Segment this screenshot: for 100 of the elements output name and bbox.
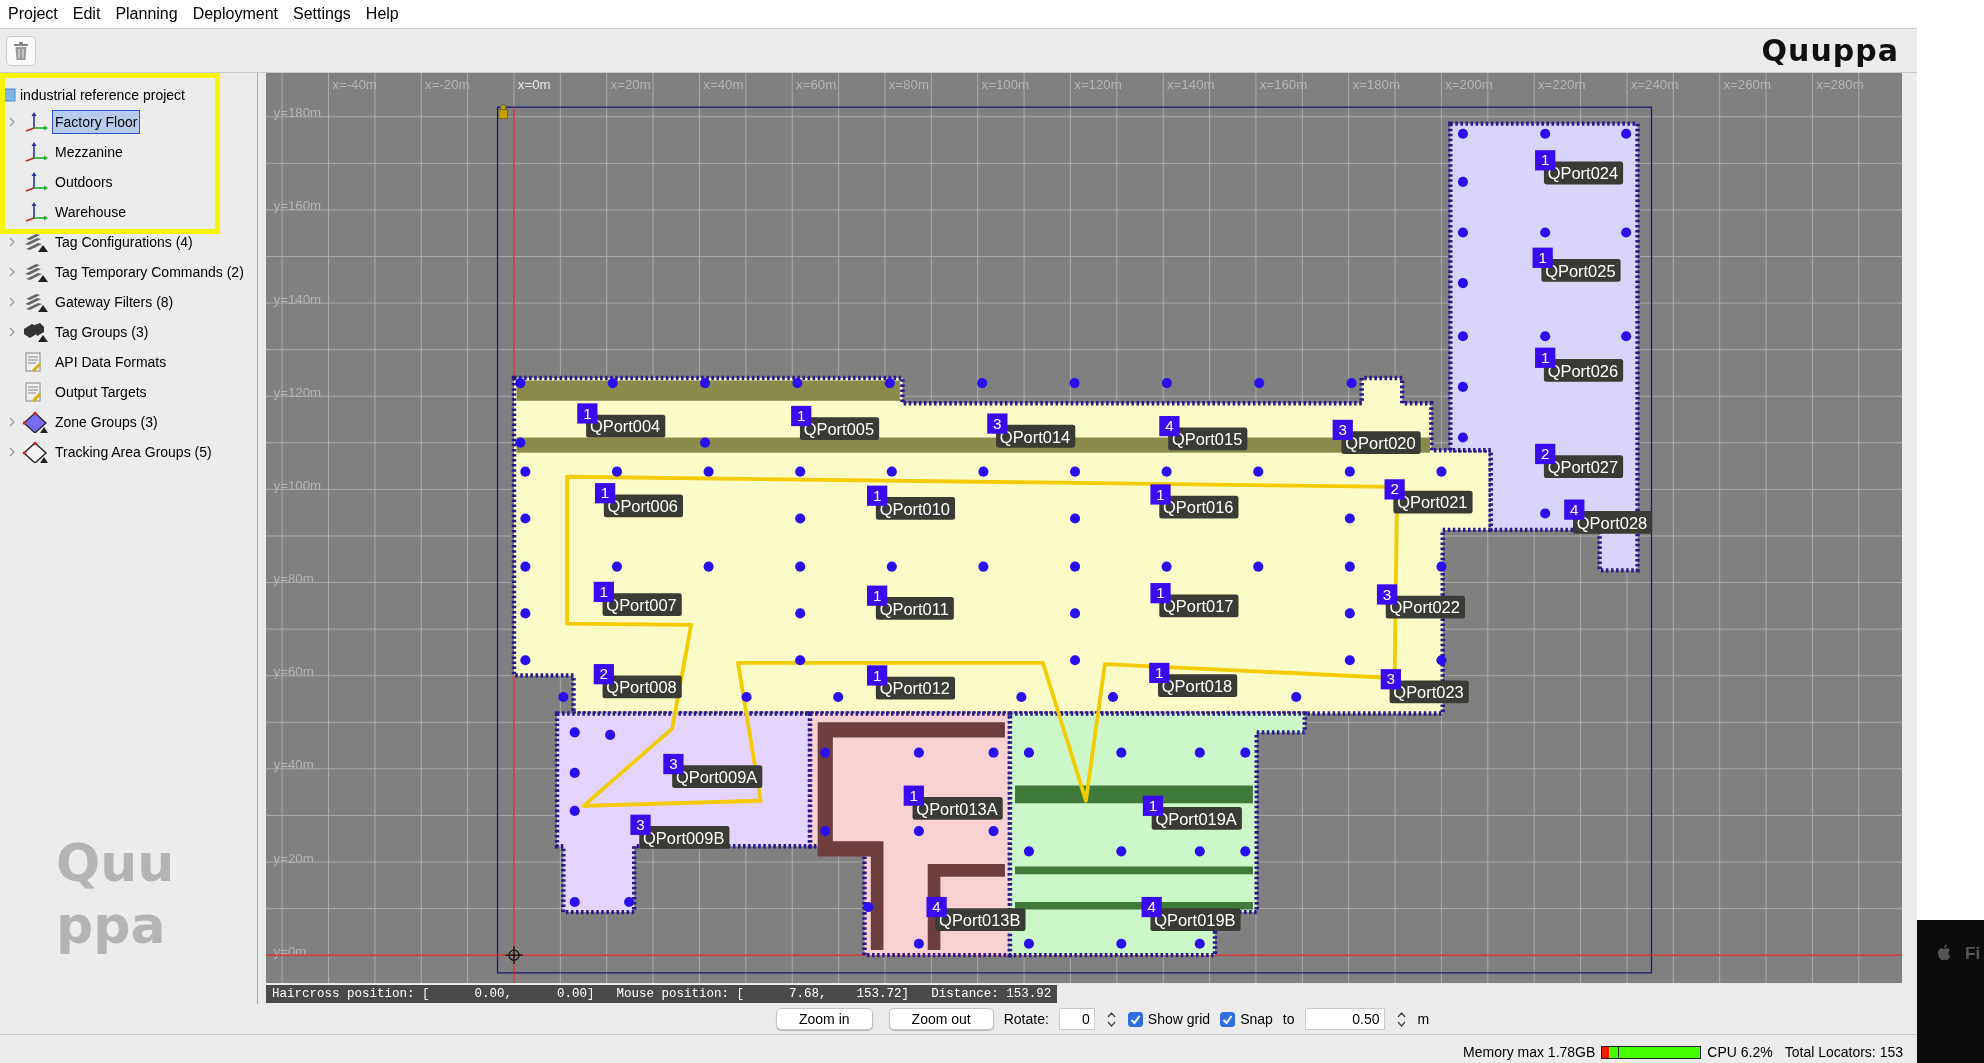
locator-dot[interactable] bbox=[1253, 466, 1264, 477]
locator-dot[interactable] bbox=[1291, 691, 1302, 703]
locator-dot[interactable] bbox=[605, 729, 616, 740]
locator-dot[interactable] bbox=[741, 691, 752, 703]
tree-item[interactable]: Output Targets bbox=[52, 380, 150, 404]
locator-dot[interactable] bbox=[820, 826, 831, 837]
locator-dot[interactable] bbox=[624, 896, 635, 908]
tree-item[interactable]: Warehouse bbox=[52, 200, 130, 224]
locator-dot[interactable] bbox=[1344, 561, 1355, 572]
locator-dot[interactable] bbox=[569, 805, 580, 816]
menu-item[interactable]: Help bbox=[363, 5, 412, 23]
locator-dot[interactable] bbox=[1069, 561, 1081, 572]
locator-dot[interactable] bbox=[1254, 378, 1265, 389]
locator-dot[interactable] bbox=[1540, 331, 1551, 342]
locator-dot[interactable] bbox=[1194, 747, 1205, 758]
locator-dot[interactable] bbox=[913, 938, 924, 949]
locator-dot[interactable] bbox=[569, 727, 580, 738]
zoom-in-button[interactable]: Zoom in bbox=[776, 1008, 873, 1030]
locator-dot[interactable] bbox=[1457, 176, 1468, 187]
locator-dot[interactable] bbox=[1436, 655, 1447, 666]
locator-dot[interactable] bbox=[1116, 846, 1127, 857]
locator-dot[interactable] bbox=[1457, 381, 1468, 392]
locator-dot[interactable] bbox=[1023, 747, 1034, 758]
locator-dot[interactable] bbox=[1436, 561, 1447, 572]
locator-dot[interactable] bbox=[700, 437, 711, 448]
locator-dot[interactable] bbox=[1457, 331, 1468, 342]
locator-dot[interactable] bbox=[886, 466, 897, 477]
tree-item[interactable]: Mezzanine bbox=[52, 140, 126, 164]
locator-dot[interactable] bbox=[1621, 128, 1632, 139]
locator-dot[interactable] bbox=[913, 826, 924, 837]
tree-item[interactable]: Tracking Area Groups (5) bbox=[52, 440, 215, 464]
locator-dot[interactable] bbox=[1194, 846, 1205, 857]
locator-dot[interactable] bbox=[520, 655, 531, 666]
menu-item[interactable]: Planning bbox=[113, 5, 191, 23]
locator-dot[interactable] bbox=[792, 378, 803, 389]
locator-dot[interactable] bbox=[795, 655, 806, 666]
locator-dot[interactable] bbox=[1344, 466, 1355, 477]
locator-dot[interactable] bbox=[1457, 128, 1468, 139]
locator-dot[interactable] bbox=[520, 466, 531, 477]
qport-badge[interactable]: 3 bbox=[630, 814, 651, 835]
locator-dot[interactable] bbox=[1457, 278, 1468, 289]
tree-item[interactable]: Tag Configurations (4) bbox=[52, 230, 196, 254]
locator-dot[interactable] bbox=[611, 466, 623, 477]
snap-checkbox[interactable] bbox=[1220, 1011, 1236, 1027]
menu-item[interactable]: Deployment bbox=[190, 5, 292, 23]
tree-root[interactable]: industrial reference project bbox=[20, 87, 185, 103]
locator-dot[interactable] bbox=[913, 747, 924, 758]
qport-badge[interactable]: 1 bbox=[867, 585, 888, 606]
locator-dot[interactable] bbox=[1161, 561, 1172, 572]
locator-dot[interactable] bbox=[1344, 655, 1355, 666]
locator-dot[interactable] bbox=[520, 513, 531, 524]
locator-dot[interactable] bbox=[1436, 466, 1447, 477]
locator-dot[interactable] bbox=[1346, 378, 1357, 389]
qport-badge[interactable]: 4 bbox=[926, 896, 947, 918]
locator-dot[interactable] bbox=[1069, 466, 1081, 477]
locator-dot[interactable] bbox=[700, 378, 711, 389]
locator-dot[interactable] bbox=[1540, 508, 1551, 519]
locator-dot[interactable] bbox=[1107, 691, 1119, 703]
locator-dot[interactable] bbox=[795, 466, 806, 477]
tree-item[interactable]: Factory Floor bbox=[52, 110, 141, 134]
qport-badge[interactable]: 2 bbox=[593, 664, 614, 685]
locator-dot[interactable] bbox=[1457, 227, 1468, 238]
tree-item[interactable]: Tag Temporary Commands (2) bbox=[52, 260, 247, 284]
locator-dot[interactable] bbox=[611, 561, 623, 572]
show-grid-checkbox[interactable] bbox=[1127, 1011, 1143, 1027]
locator-dot[interactable] bbox=[1540, 227, 1551, 238]
locator-dot[interactable] bbox=[1161, 466, 1172, 477]
locator-dot[interactable] bbox=[1621, 227, 1632, 238]
locator-dot[interactable] bbox=[1069, 513, 1081, 524]
tree-item[interactable]: Tag Groups (3) bbox=[52, 320, 152, 344]
tree-item[interactable]: Gateway Filters (8) bbox=[52, 290, 177, 314]
locator-dot[interactable] bbox=[795, 608, 806, 619]
trash-button[interactable] bbox=[6, 35, 36, 66]
locator-dot[interactable] bbox=[977, 378, 988, 389]
locator-dot[interactable] bbox=[703, 466, 714, 477]
locator-dot[interactable] bbox=[1023, 846, 1034, 857]
snap-field[interactable]: 0.50 bbox=[1304, 1008, 1385, 1030]
menu-item[interactable]: Project bbox=[6, 5, 71, 23]
locator-dot[interactable] bbox=[886, 561, 897, 572]
locator-dot[interactable] bbox=[515, 378, 526, 389]
locator-dot[interactable] bbox=[558, 691, 569, 703]
locator-dot[interactable] bbox=[1116, 938, 1127, 949]
locator-dot[interactable] bbox=[1069, 655, 1081, 666]
locator-dot[interactable] bbox=[978, 466, 989, 477]
qport-badge[interactable]: 1 bbox=[1535, 347, 1556, 368]
qport-badge[interactable]: 2 bbox=[1384, 479, 1405, 500]
locator-dot[interactable] bbox=[833, 691, 844, 703]
locator-dot[interactable] bbox=[520, 608, 531, 619]
locator-dot[interactable] bbox=[863, 902, 874, 913]
locator-dot[interactable] bbox=[978, 561, 989, 572]
locator-dot[interactable] bbox=[988, 747, 999, 758]
locator-dot[interactable] bbox=[884, 378, 895, 389]
locator-dot[interactable] bbox=[569, 896, 580, 908]
locator-dot[interactable] bbox=[1240, 747, 1251, 758]
qport-badge[interactable]: 3 bbox=[1380, 669, 1401, 690]
rotate-field[interactable]: 0 bbox=[1058, 1008, 1095, 1030]
locator-dot[interactable] bbox=[820, 747, 831, 758]
locator-dot[interactable] bbox=[1344, 513, 1355, 524]
locator-dot[interactable] bbox=[1253, 561, 1264, 572]
tree-item[interactable]: API Data Formats bbox=[52, 350, 170, 374]
